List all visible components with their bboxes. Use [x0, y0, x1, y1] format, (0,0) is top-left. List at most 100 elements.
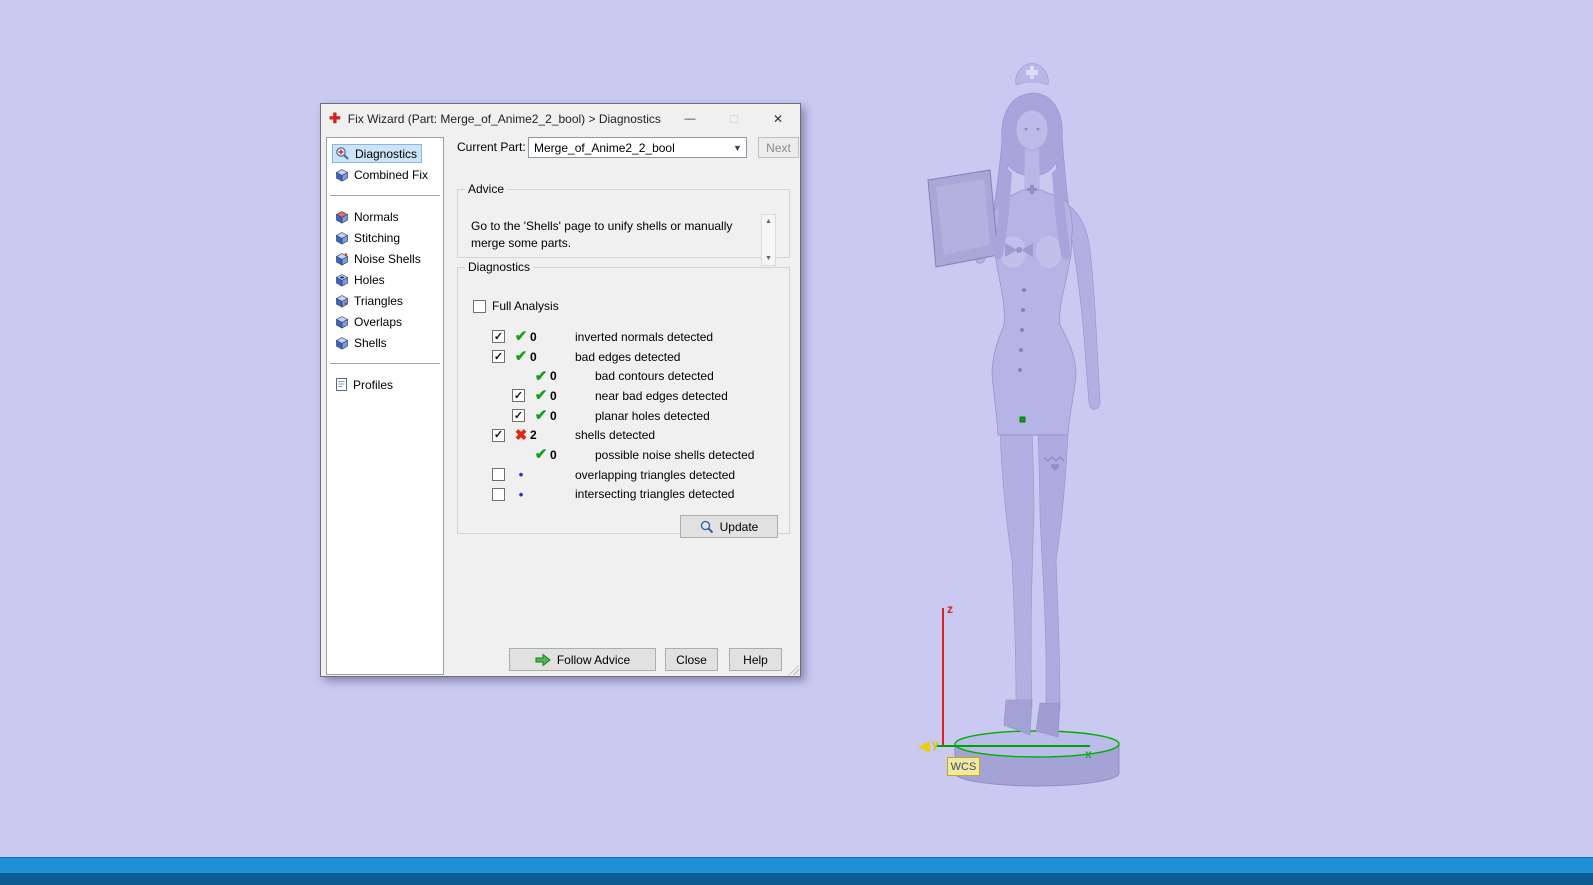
update-button-label: Update: [719, 519, 759, 534]
sidebar-label: Overlaps: [354, 314, 403, 329]
bottom-blue-bar: [0, 857, 1593, 873]
advice-group-title: Advice: [468, 182, 505, 196]
sidebar-label: Stitching: [354, 230, 401, 245]
diagnostic-label: bad edges detected: [575, 349, 681, 364]
ok-check-icon: [512, 349, 530, 364]
row-planar-holes: 0 planar holes detected: [512, 406, 783, 426]
sidebar-item-stitching[interactable]: Stitching: [327, 227, 443, 248]
advice-text: Go to the 'Shells' page to unify shells …: [471, 219, 733, 250]
sidebar-item-diagnostics[interactable]: Diagnostics: [327, 143, 443, 164]
cube-icon: [335, 252, 349, 266]
diagnostics-row-list: 0 inverted normals detected 0 bad edges …: [492, 327, 783, 504]
sidebar-item-profiles[interactable]: Profiles: [327, 374, 443, 395]
sidebar-label: Noise Shells: [354, 251, 421, 266]
sidebar-label: Normals: [354, 209, 399, 224]
row-possible-noise-shells: 0 possible noise shells detected: [512, 445, 783, 465]
y-axis-arrow-icon: [918, 741, 930, 753]
ok-check-icon: [532, 408, 550, 423]
magnifier-icon: [336, 147, 349, 160]
diagnostics-groupbox: Diagnostics Full Analysis 0 inverted nor…: [457, 260, 790, 538]
sidebar-item-holes[interactable]: Holes: [327, 269, 443, 290]
sidebar-item-combined-fix[interactable]: Combined Fix: [327, 164, 443, 185]
row-overlapping-triangles: overlapping triangles detected: [492, 465, 783, 485]
dialog-title: Fix Wizard (Part: Merge_of_Anime2_2_bool…: [347, 111, 661, 126]
ok-check-icon: [532, 369, 550, 384]
diagnostic-label: overlapping triangles detected: [575, 467, 736, 482]
sidebar-label: Shells: [354, 335, 387, 350]
y-axis-label: y: [932, 737, 939, 751]
cube-icon: [335, 231, 349, 245]
inverted-normals-checkbox[interactable]: [492, 330, 505, 344]
sidebar-item-shells[interactable]: Shells: [327, 332, 443, 353]
row-near-bad-edges: 0 near bad edges detected: [512, 386, 783, 406]
bullet-dot-icon: [512, 488, 530, 501]
nurse-figurine-3d-model[interactable]: [900, 45, 1150, 790]
full-analysis-option[interactable]: Full Analysis: [473, 299, 559, 313]
help-button[interactable]: Help: [729, 648, 782, 671]
scroll-up-icon[interactable]: [762, 215, 775, 228]
ok-check-icon: [512, 329, 530, 344]
close-button[interactable]: Close: [665, 648, 718, 671]
diagnostic-label: planar holes detected: [595, 408, 710, 423]
diagnostic-label: shells detected: [575, 428, 656, 443]
fail-x-icon: [512, 428, 530, 443]
dialog-titlebar[interactable]: ✚ Fix Wizard (Part: Merge_of_Anime2_2_bo…: [321, 104, 800, 133]
current-part-value: Merge_of_Anime2_2_bool: [534, 140, 675, 155]
row-shells: 2 shells detected: [492, 425, 783, 445]
sidebar-item-normals[interactable]: Normals: [327, 206, 443, 227]
full-analysis-checkbox[interactable]: [473, 299, 486, 313]
row-inverted-normals: 0 inverted normals detected: [492, 327, 783, 347]
shells-checkbox[interactable]: [492, 428, 505, 442]
follow-advice-label: Follow Advice: [556, 652, 631, 667]
sidebar-label: Profiles: [353, 377, 394, 392]
resize-grip[interactable]: [786, 662, 799, 675]
x-axis-line: [936, 745, 1090, 747]
bullet-dot-icon: [512, 468, 530, 481]
x-axis-label: x: [1085, 747, 1092, 761]
full-analysis-label: Full Analysis: [492, 299, 559, 313]
chevron-down-icon: [729, 143, 746, 153]
maximize-button[interactable]: [712, 104, 756, 133]
magnifier-icon: [700, 520, 713, 533]
overlapping-triangles-checkbox[interactable]: [492, 468, 505, 482]
count-value: 0: [550, 369, 557, 384]
sidebar-item-overlaps[interactable]: Overlaps: [327, 311, 443, 332]
bad-edges-checkbox[interactable]: [492, 350, 505, 364]
advice-scrollbar[interactable]: [761, 214, 776, 266]
update-button[interactable]: Update: [680, 515, 778, 538]
wizard-page-list: Diagnostics Combined Fix Normals Stitchi…: [326, 137, 444, 675]
current-part-dropdown[interactable]: Merge_of_Anime2_2_bool: [528, 137, 747, 158]
close-window-button[interactable]: [756, 104, 800, 133]
next-button[interactable]: Next: [758, 137, 799, 158]
minimize-button[interactable]: [668, 104, 712, 133]
z-axis-line: [942, 608, 944, 747]
intersecting-triangles-checkbox[interactable]: [492, 487, 505, 501]
cube-icon: [335, 336, 349, 350]
count-value: 0: [530, 349, 537, 364]
cube-icon: [335, 315, 349, 329]
diagnostic-label: near bad edges detected: [595, 388, 728, 403]
green-arrow-icon: [535, 652, 551, 667]
sidebar-item-triangles[interactable]: Triangles: [327, 290, 443, 311]
row-bad-edges: 0 bad edges detected: [492, 347, 783, 367]
diagnostic-label: intersecting triangles detected: [575, 487, 735, 502]
sidebar-label: Diagnostics: [355, 146, 418, 161]
sidebar-item-noise-shells[interactable]: Noise Shells: [327, 248, 443, 269]
z-axis-label: z: [947, 602, 953, 616]
count-value: 2: [530, 428, 537, 443]
follow-advice-button[interactable]: Follow Advice: [509, 648, 656, 671]
near-bad-edges-checkbox[interactable]: [512, 389, 525, 403]
advice-groupbox: Advice Go to the 'Shells' page to unify …: [457, 182, 790, 266]
current-part-label: Current Part:: [457, 140, 526, 154]
sidebar-label: Triangles: [354, 293, 403, 308]
diagnostic-label: bad contours detected: [595, 369, 714, 384]
cube-icon: [335, 168, 349, 182]
diagnostics-group-title: Diagnostics: [468, 260, 531, 274]
diagnostic-label: inverted normals detected: [575, 329, 714, 344]
cube-icon: [335, 210, 349, 224]
planar-holes-checkbox[interactable]: [512, 409, 525, 423]
cube-icon: [335, 294, 349, 308]
count-value: 0: [530, 329, 537, 344]
selection-marker-dot: [1019, 416, 1026, 423]
count-value: 0: [550, 447, 557, 462]
